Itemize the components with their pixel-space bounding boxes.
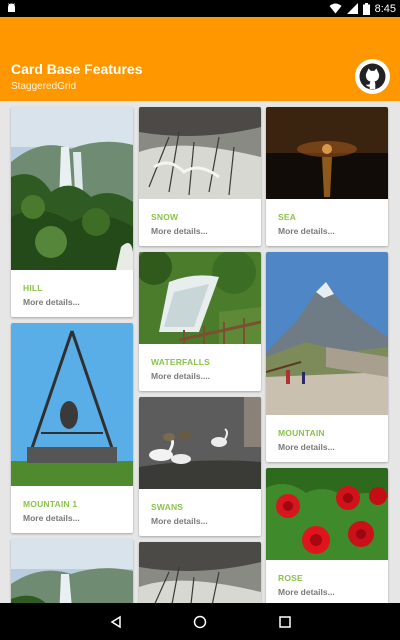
card-details[interactable]: More details... xyxy=(278,226,335,236)
card-waterfalls[interactable]: WATERFALLS More details.... xyxy=(139,252,261,391)
card-swans[interactable]: SWANS More details... xyxy=(139,397,261,536)
card-title: ROSE xyxy=(278,573,303,583)
android-debug-icon xyxy=(8,3,15,12)
app-toolbar: Card Base Features StaggeredGrid xyxy=(0,17,400,101)
card-snow-repeat[interactable] xyxy=(139,542,261,603)
card-details[interactable]: More details.... xyxy=(151,371,210,381)
card-details[interactable]: More details... xyxy=(278,587,335,597)
card-details[interactable]: More details... xyxy=(151,516,208,526)
card-details[interactable]: More details... xyxy=(23,297,80,307)
recents-icon xyxy=(279,616,291,628)
back-icon xyxy=(110,615,121,629)
card-title: SEA xyxy=(278,212,297,222)
github-button[interactable] xyxy=(355,59,390,94)
card-title: MOUNTAIN xyxy=(278,428,325,438)
card-image-hill-repeat xyxy=(11,539,133,603)
navigation-bar xyxy=(0,603,400,640)
card-rose[interactable]: ROSE More details... xyxy=(266,468,388,603)
recents-button[interactable] xyxy=(275,612,295,632)
card-image-snow-repeat xyxy=(139,542,261,603)
status-time: 8:45 xyxy=(374,2,396,15)
card-image-sea xyxy=(266,107,388,199)
card-hill[interactable]: HILL More details... xyxy=(11,107,133,317)
card-image-mountain xyxy=(266,252,388,415)
toolbar-title: Card Base Features xyxy=(11,61,143,77)
card-mountain-1[interactable]: MOUNTAIN 1 More details... xyxy=(11,323,133,533)
card-hill-repeat[interactable] xyxy=(11,539,133,603)
card-details[interactable]: More details... xyxy=(151,226,208,236)
card-title: SWANS xyxy=(151,502,184,512)
signal-icon xyxy=(346,3,358,14)
wifi-icon xyxy=(329,3,342,14)
card-mountain[interactable]: MOUNTAIN More details... xyxy=(266,252,388,462)
card-details[interactable]: More details... xyxy=(278,442,335,452)
github-icon xyxy=(359,63,386,90)
card-image-snow xyxy=(139,107,261,199)
card-image-swans xyxy=(139,397,261,489)
card-image-rose xyxy=(266,468,388,560)
card-snow[interactable]: SNOW More details... xyxy=(139,107,261,246)
card-title: HILL xyxy=(23,283,43,293)
card-details[interactable]: More details... xyxy=(23,513,80,523)
home-icon xyxy=(193,615,207,629)
battery-icon xyxy=(362,2,370,15)
card-sea[interactable]: SEA More details... xyxy=(266,107,388,246)
home-button[interactable] xyxy=(190,612,210,632)
card-image-waterfalls xyxy=(139,252,261,344)
back-button[interactable] xyxy=(106,612,126,632)
card-image-mountain-1 xyxy=(11,323,133,486)
card-title: SNOW xyxy=(151,212,179,222)
card-title: WATERFALLS xyxy=(151,357,210,367)
staggered-grid: HILL More details... SNOW More details..… xyxy=(0,101,400,603)
toolbar-subtitle: StaggeredGrid xyxy=(11,81,77,92)
card-title: MOUNTAIN 1 xyxy=(23,499,78,509)
card-image-hill xyxy=(11,107,133,270)
status-bar: 8:45 xyxy=(0,0,400,17)
